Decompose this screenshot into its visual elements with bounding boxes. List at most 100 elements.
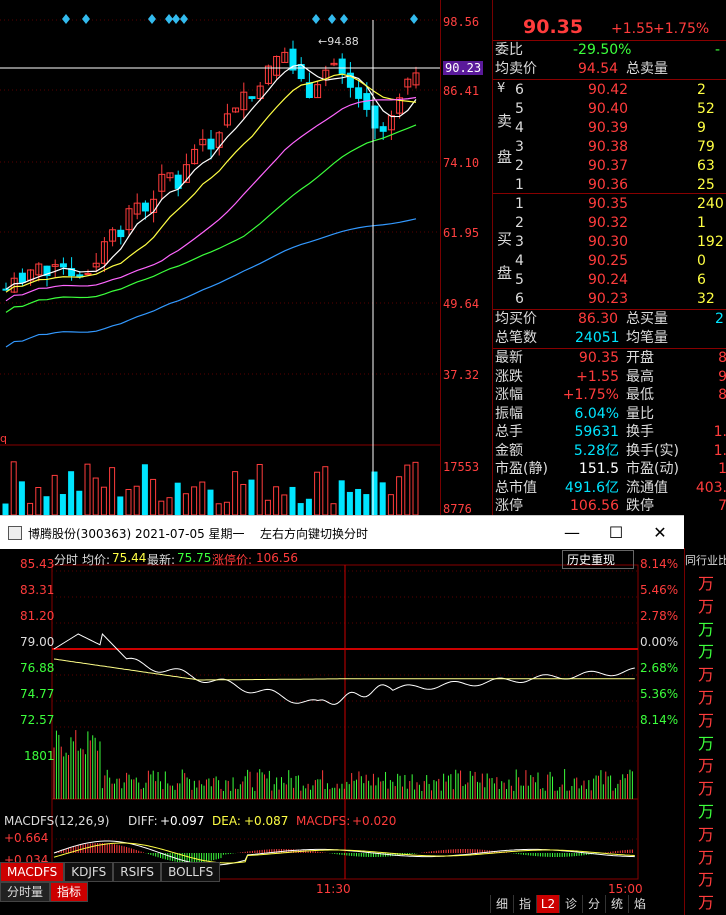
level-volume: 32 [697, 291, 715, 307]
level-price: 90.35 [588, 196, 629, 212]
stat-value: 1. [713, 442, 726, 459]
wan-unit: 万 [697, 619, 714, 639]
wan-unit: 万 [697, 847, 714, 867]
total-buy-value: 2 [715, 311, 724, 327]
sell-level-row[interactable]: 5 90.40 52 [493, 100, 726, 118]
window-hint: 左右方向键切换分时 [260, 527, 369, 541]
toolbar-button-5[interactable]: 统 [605, 895, 628, 913]
level-volume: 1 [697, 215, 706, 231]
buy-level-row[interactable]: 4 90.25 0 [493, 252, 726, 270]
buy-level-row[interactable]: 5 90.24 6 [493, 271, 726, 289]
level-price: 90.30 [588, 234, 629, 250]
avg-sell-value: 94.54 [578, 61, 619, 77]
buy-level-row[interactable]: 6 90.23 32 [493, 290, 726, 308]
stat-value: 8 [718, 350, 726, 366]
stat-label: 最新 [495, 350, 523, 366]
candle-body [117, 229, 125, 238]
tab-kdjfs[interactable]: KDJFS [64, 862, 114, 882]
stat-value: 9 [718, 368, 726, 385]
industry-header: 同行业比 [685, 554, 726, 567]
stat-row: 振幅 6.04% 量比 [493, 405, 726, 423]
volume-bar [141, 464, 148, 515]
volume-bar [18, 481, 25, 515]
volume-tick: 17553 [443, 460, 480, 474]
level-volume: 52 [697, 101, 715, 117]
level-number: 3 [515, 139, 524, 155]
wan-unit: 万 [697, 574, 714, 593]
stat-value: 1 [718, 461, 726, 477]
level-price: 90.23 [588, 291, 629, 307]
candle-body [141, 202, 149, 212]
kline-chart[interactable]: ←94.88 q [0, 0, 440, 515]
quote-panel: 90.35 +1.55 +1.75% 委比 -29.50% - 均卖价 94.5… [492, 0, 726, 515]
tab-volume[interactable]: 分时量 [0, 882, 51, 902]
intraday-window[interactable]: 博腾股份(300363) 2021-07-05 星期一 左右方向键切换分时 — … [0, 515, 684, 915]
toolbar-button-2[interactable]: L2 [536, 895, 559, 913]
level-number: 1 [515, 196, 524, 212]
sell-level-row[interactable]: 2 90.37 63 [493, 157, 726, 175]
avg-sell-label: 均卖价 [495, 61, 537, 77]
intraday-chart[interactable] [0, 549, 684, 915]
toolbar-button-4[interactable]: 分 [582, 895, 605, 913]
level-number: 2 [515, 215, 524, 231]
stat-row: 市盈(静) 151.5 市盈(动) 1 [493, 460, 726, 478]
avg-buy-value: 86.30 [578, 311, 619, 327]
toolbar-button-1[interactable]: 指 [513, 895, 536, 913]
tab-bollfs[interactable]: BOLLFS [161, 862, 221, 882]
candle-body [379, 126, 387, 132]
minimize-button[interactable]: — [552, 520, 592, 546]
indicator-tabs: MACDFS KDJFS RSIFS BOLLFS [0, 862, 221, 882]
intraday-bg [0, 549, 684, 915]
volume-bar [207, 489, 214, 515]
candle-body [355, 87, 363, 99]
wan-unit: 万 [697, 596, 714, 616]
level-number: 4 [515, 253, 524, 269]
left-edge-label: q [0, 432, 7, 445]
stat-value: 7 [718, 498, 726, 514]
stat-label: 金额 [495, 442, 523, 459]
window-titlebar[interactable]: 博腾股份(300363) 2021-07-05 星期一 左右方向键切换分时 — … [0, 515, 684, 550]
volume-bar [363, 494, 370, 515]
buy-level-row[interactable]: 2 90.32 1 [493, 214, 726, 232]
sell-level-row[interactable]: 3 90.38 79 [493, 138, 726, 156]
tab-indicator[interactable]: 指标 [50, 882, 89, 902]
volume-bar [248, 479, 255, 515]
stat-value: 151.5 [578, 461, 619, 477]
volume-bar [59, 494, 66, 515]
stat-row: 涨停 106.56 跌停 7 [493, 497, 726, 515]
maximize-button[interactable]: ☐ [596, 520, 636, 546]
volume-bar [346, 491, 353, 515]
stat-label: 振幅 [495, 405, 523, 422]
sell-level-row[interactable]: 6 90.42 2 [493, 81, 726, 99]
level-volume: 2 [697, 82, 706, 98]
toolbar-button-6[interactable]: 焰 [628, 895, 651, 913]
kline-price-axis: 98.56 86.41 74.10 61.95 49.64 37.32 90.2… [440, 0, 493, 516]
price-tick: 86.41 [443, 84, 480, 98]
sell-level-row[interactable]: 4 90.39 9 [493, 119, 726, 137]
stat-value: 6.04% [574, 405, 619, 422]
close-button[interactable]: ✕ [640, 520, 680, 546]
toolbar-button-3[interactable]: 诊 [559, 895, 582, 913]
volume-bar [76, 490, 83, 515]
level-price: 90.37 [588, 158, 629, 174]
volume-bar [68, 471, 75, 515]
level-number: 3 [515, 234, 524, 250]
tab-macdfs[interactable]: MACDFS [0, 862, 65, 882]
stat-value: 1. [713, 424, 726, 440]
wan-unit: 万 [697, 802, 714, 821]
buy-level-row[interactable]: 3 90.30 192 [493, 233, 726, 251]
buy-level-row[interactable]: 1 90.35 240 [493, 195, 726, 213]
candle-body [18, 272, 26, 283]
level-number: 1 [515, 177, 524, 193]
kline-bg [0, 0, 440, 515]
sell-level-row[interactable]: 1 90.36 25 [493, 176, 726, 194]
history-replay-button[interactable]: 历史重现 [562, 550, 635, 569]
toolbar-button-0[interactable]: 细 [490, 895, 513, 913]
volume-bar [355, 488, 362, 515]
avg-deal-label: 均笔量 [626, 330, 668, 346]
level-price: 90.40 [588, 101, 629, 117]
stat-label: 涨幅 [495, 387, 523, 403]
buy-side-label: 盘 [497, 264, 513, 282]
tab-rsifs[interactable]: RSIFS [113, 862, 162, 882]
level-volume: 9 [697, 120, 706, 136]
